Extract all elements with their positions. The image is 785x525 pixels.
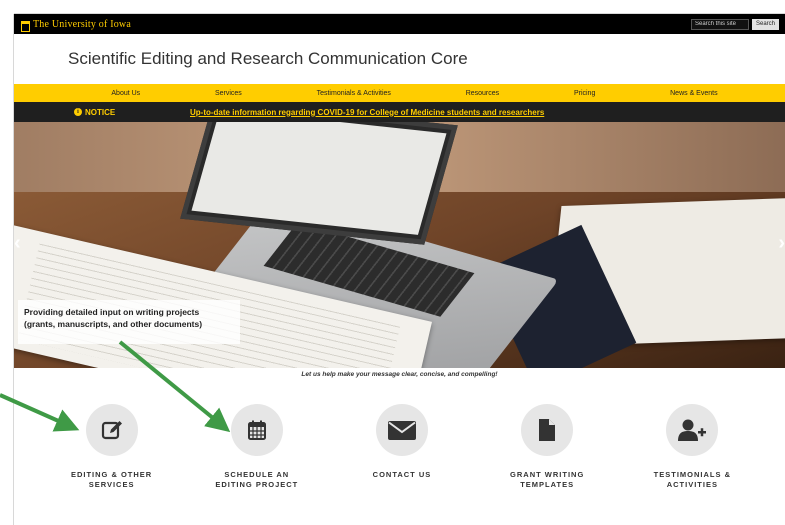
hero-caption: Providing detailed input on writing proj…	[18, 300, 240, 344]
envelope-icon[interactable]	[375, 404, 428, 456]
notice-label: i NOTICE	[74, 108, 190, 117]
nav-services[interactable]: Services	[215, 90, 242, 97]
edit-icon[interactable]	[85, 404, 138, 456]
notice-label-text: NOTICE	[85, 107, 116, 117]
card-editing-services[interactable]: EDITING & OTHER SERVICES	[57, 404, 167, 490]
university-name: The University of Iowa	[33, 18, 131, 30]
university-bar: The University of Iowa Search	[14, 14, 785, 34]
card-label: GRANT WRITING TEMPLATES	[510, 470, 585, 489]
nav-news-events[interactable]: News & Events	[670, 90, 717, 97]
carousel-next-icon[interactable]: ›	[778, 232, 785, 255]
old-capitol-icon	[20, 19, 30, 32]
site-title[interactable]: Scientific Editing and Research Communic…	[14, 34, 785, 84]
hero-carousel: Providing detailed input on writing proj…	[14, 122, 785, 368]
card-label: SCHEDULE AN EDITING PROJECT	[215, 470, 299, 489]
hero-caption-line1: Providing detailed input on writing proj…	[24, 307, 200, 317]
add-user-icon[interactable]	[666, 404, 719, 456]
nav-resources[interactable]: Resources	[466, 90, 499, 97]
search-input[interactable]	[690, 18, 749, 30]
search-button[interactable]: Search	[751, 18, 779, 30]
nav-about-us[interactable]: About Us	[111, 90, 140, 97]
card-label: EDITING & OTHER SERVICES	[70, 470, 153, 489]
calendar-icon[interactable]	[230, 404, 283, 456]
card-schedule-project[interactable]: SCHEDULE AN EDITING PROJECT	[202, 404, 312, 490]
card-grant-templates[interactable]: GRANT WRITING TEMPLATES	[492, 404, 602, 490]
nav-testimonials[interactable]: Testimonials & Activities	[317, 90, 391, 97]
main-nav: About Us Services Testimonials & Activit…	[14, 84, 785, 102]
site-search: Search	[690, 18, 779, 30]
info-icon: i	[74, 108, 82, 116]
university-logo[interactable]: The University of Iowa	[20, 18, 131, 32]
card-label: TESTIMONIALS & ACTIVITIES	[653, 470, 732, 489]
nav-pricing[interactable]: Pricing	[574, 90, 595, 97]
card-contact-us[interactable]: CONTACT US	[347, 404, 457, 490]
notice-bar: i NOTICE Up-to-date information regardin…	[14, 102, 785, 122]
service-cards: EDITING & OTHER SERVICES SCHEDULE AN EDI…	[14, 384, 785, 490]
hero-caption-line2: (grants, manuscripts, and other document…	[24, 319, 203, 329]
card-label: CONTACT US	[372, 470, 432, 479]
covid-notice-link[interactable]: Up-to-date information regarding COVID-1…	[190, 108, 544, 117]
tagline: Let us help make your message clear, con…	[301, 371, 498, 378]
card-testimonials[interactable]: TESTIMONIALS & ACTIVITIES	[637, 404, 747, 490]
browser-page: The University of Iowa Search Scientific…	[14, 14, 785, 525]
document-icon[interactable]	[521, 404, 574, 456]
carousel-prev-icon[interactable]: ‹	[14, 232, 21, 255]
